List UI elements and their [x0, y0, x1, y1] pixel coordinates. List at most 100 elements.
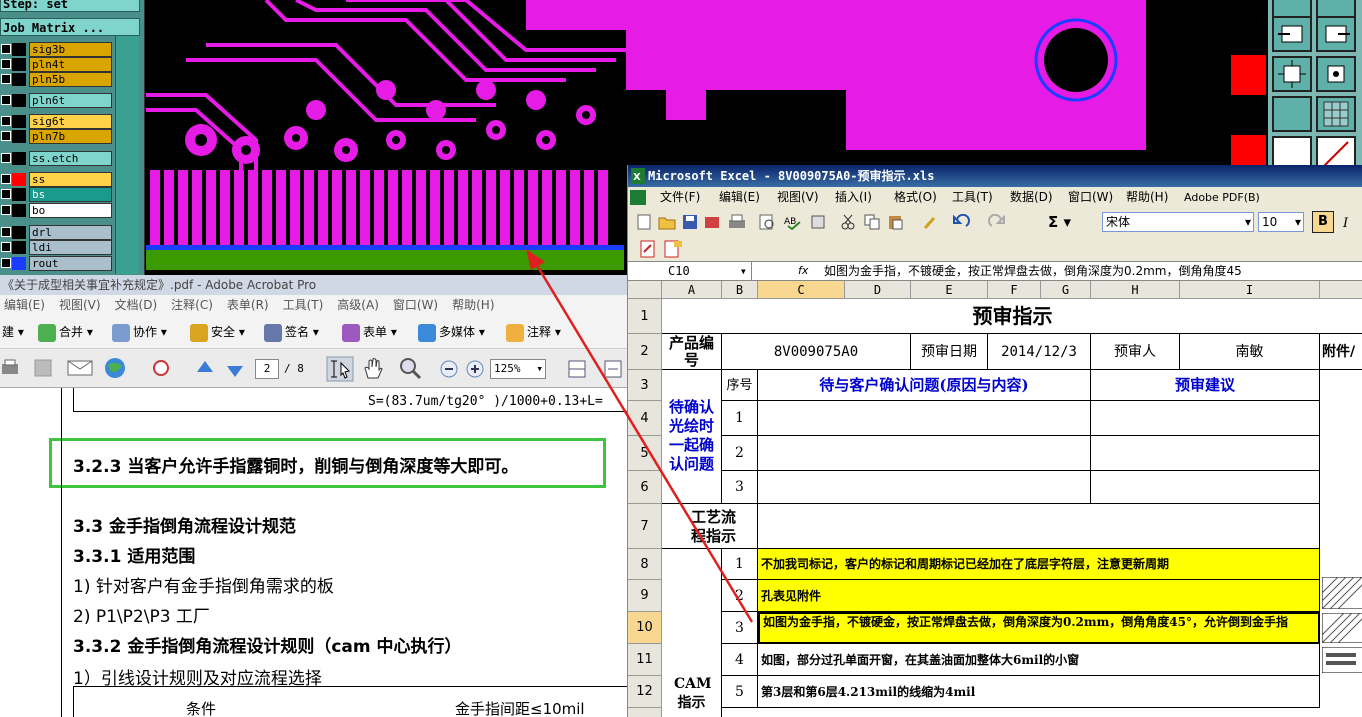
- review-date-label[interactable]: 预审日期: [911, 334, 988, 370]
- sheet-title[interactable]: 预审指示: [662, 299, 1362, 334]
- convert-pdf-email-icon[interactable]: [664, 240, 684, 258]
- menu-file[interactable]: 文件(F): [660, 187, 700, 208]
- layer-scrollbar[interactable]: [115, 36, 139, 274]
- menu-window[interactable]: 窗口(W): [1068, 187, 1113, 208]
- select-text-icon[interactable]: [326, 356, 354, 382]
- layer-visibility-checkbox[interactable]: [1, 95, 11, 105]
- menu-document[interactable]: 文档(D): [115, 298, 158, 312]
- page-number-input[interactable]: 2: [255, 359, 279, 379]
- align-left-icon[interactable]: [1272, 16, 1312, 52]
- column-header[interactable]: B: [722, 281, 758, 299]
- layer-visibility-checkbox[interactable]: [1, 189, 11, 199]
- collaborate-button[interactable]: 协作 ▾: [112, 321, 167, 343]
- multimedia-button[interactable]: 多媒体 ▾: [418, 321, 485, 343]
- reviewer[interactable]: 南敏: [1180, 334, 1320, 370]
- layer-name[interactable]: sig6t: [29, 114, 112, 129]
- layer-visibility-checkbox[interactable]: [1, 116, 11, 126]
- row-header[interactable]: 7: [628, 504, 662, 549]
- column-header[interactable]: I: [1180, 281, 1320, 299]
- cam-item[interactable]: 第3层和第6层4.213mil的线缩为4mil: [758, 676, 1320, 708]
- layer-name[interactable]: pln7b: [29, 129, 112, 144]
- select-all-corner[interactable]: [628, 281, 662, 299]
- name-box[interactable]: C10 ▾: [628, 262, 752, 280]
- menu-tools[interactable]: 工具(T): [952, 187, 993, 208]
- product-no[interactable]: 8V009075A0: [722, 334, 911, 370]
- menu-help[interactable]: 帮助(H): [1126, 187, 1168, 208]
- row-header[interactable]: 8: [628, 549, 662, 580]
- email-icon[interactable]: [66, 358, 94, 378]
- column-header[interactable]: H: [1091, 281, 1180, 299]
- row-header[interactable]: 1: [628, 299, 662, 334]
- spelling-icon[interactable]: AB: [784, 214, 802, 230]
- question-header[interactable]: 待与客户确认问题(原因与内容): [758, 370, 1091, 401]
- suggestion-cell[interactable]: [1091, 471, 1320, 504]
- globe-icon[interactable]: [102, 356, 128, 380]
- cam-item[interactable]: 不加我司标记，客户的标记和周期标记已经加在了底层字符层，注意更新周期: [758, 549, 1320, 580]
- paste-icon[interactable]: [888, 214, 910, 230]
- attachment-thumbnail[interactable]: [1322, 613, 1362, 643]
- item-no[interactable]: 3: [722, 612, 758, 644]
- menu-view[interactable]: 视图(V): [59, 298, 101, 312]
- research-icon[interactable]: [810, 214, 828, 230]
- print-icon[interactable]: [728, 214, 746, 230]
- menu-data[interactable]: 数据(D): [1010, 187, 1053, 208]
- menu-window[interactable]: 窗口(W): [393, 298, 438, 312]
- question-no[interactable]: 2: [722, 436, 758, 471]
- row-header[interactable]: 4: [628, 401, 662, 436]
- next-page-icon[interactable]: [224, 358, 246, 380]
- comment-button[interactable]: 注释 ▾: [506, 321, 561, 343]
- menu-advanced[interactable]: 高级(A): [337, 298, 379, 312]
- layer-visibility-checkbox[interactable]: [1, 258, 11, 268]
- cam-label[interactable]: CAM指示: [662, 549, 722, 717]
- sign-button[interactable]: 签名 ▾: [264, 321, 319, 343]
- center-icon[interactable]: [1316, 56, 1356, 92]
- font-size-select[interactable]: 10 ▾: [1258, 212, 1304, 232]
- column-header[interactable]: A: [662, 281, 722, 299]
- confirm-label[interactable]: 待确认光绘时一起确认问题: [662, 370, 722, 504]
- item-no[interactable]: 4: [722, 644, 758, 676]
- print-preview-icon[interactable]: [758, 214, 776, 230]
- layer-visibility-checkbox[interactable]: [1, 44, 11, 54]
- attachment-thumbnail[interactable]: [1322, 577, 1362, 609]
- italic-icon[interactable]: I: [1340, 214, 1356, 230]
- row-header[interactable]: 3: [628, 370, 662, 401]
- column-header[interactable]: G: [1041, 281, 1091, 299]
- row-header[interactable]: 2: [628, 334, 662, 370]
- fit-icon[interactable]: [1272, 56, 1312, 92]
- layer-visibility-checkbox[interactable]: [1, 153, 11, 163]
- layer-name[interactable]: bs: [29, 187, 112, 202]
- attachment-label[interactable]: 附件/: [1320, 334, 1362, 370]
- question-cell[interactable]: [758, 436, 1091, 471]
- column-header[interactable]: F: [988, 281, 1041, 299]
- layer-name[interactable]: rout: [29, 256, 112, 271]
- layer-visibility-checkbox[interactable]: [1, 131, 11, 141]
- reviewer-label[interactable]: 预审人: [1091, 334, 1180, 370]
- combine-button[interactable]: 合并 ▾: [38, 321, 93, 343]
- menu-help[interactable]: 帮助(H): [452, 298, 494, 312]
- menu-edit[interactable]: 编辑(E): [719, 187, 760, 208]
- previous-page-icon[interactable]: [194, 358, 216, 380]
- layer-visibility-checkbox[interactable]: [1, 59, 11, 69]
- cut-icon[interactable]: [840, 214, 856, 230]
- row-header-selected[interactable]: 10: [628, 612, 662, 644]
- question-cell[interactable]: [758, 401, 1091, 436]
- item-no[interactable]: 1: [722, 549, 758, 580]
- question-cell[interactable]: [758, 471, 1091, 504]
- layer-visibility-checkbox[interactable]: [1, 227, 11, 237]
- menu-tools[interactable]: 工具(T): [283, 298, 324, 312]
- attachment-thumbnail[interactable]: [1322, 647, 1362, 673]
- pdf-page[interactable]: S=(83.7um/tg20° )/1000+0.13+L= 3.2.3 当客户…: [0, 388, 628, 717]
- row-header[interactable]: 11: [628, 644, 662, 676]
- item-no[interactable]: 5: [722, 676, 758, 708]
- layer-name[interactable]: drl: [29, 225, 112, 240]
- hand-icon[interactable]: [360, 356, 386, 382]
- permission-icon[interactable]: [704, 214, 720, 230]
- create-button[interactable]: 建 ▾: [2, 321, 24, 343]
- bold-button[interactable]: B: [1312, 211, 1334, 233]
- fit-page-icon[interactable]: [566, 358, 588, 380]
- product-no-label[interactable]: 产品编号: [662, 334, 722, 370]
- print-icon[interactable]: [0, 358, 22, 378]
- column-header-selected[interactable]: C: [758, 281, 845, 299]
- formula-input[interactable]: 如图为金手指，不镀硬金，按正常焊盘去做，倒角深度为0.2mm，倒角角度45: [824, 262, 1362, 280]
- suggestion-cell[interactable]: [1091, 401, 1320, 436]
